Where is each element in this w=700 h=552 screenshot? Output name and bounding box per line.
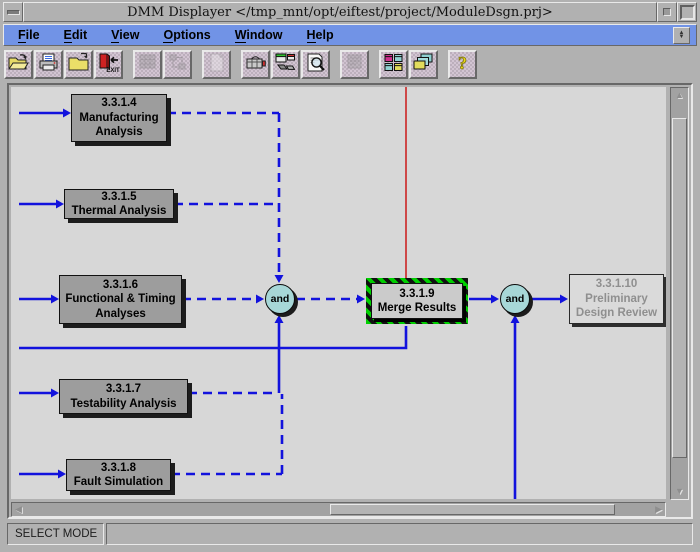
toolbar-button-toolbox[interactable] — [241, 50, 270, 79]
arrowhead-icon — [51, 389, 59, 398]
dimmed-grid-icon — [136, 52, 159, 78]
arrowhead-icon — [63, 109, 71, 118]
toolbar-button-cascade-windows[interactable] — [409, 50, 438, 79]
diagram-canvas[interactable]: 3.3.1.4 Manufacturing Analysis 3.3.1.5 Th… — [11, 87, 666, 499]
window-title: DMM Displayer </tmp_mnt/opt/eiftest/proj… — [127, 5, 553, 20]
menubar: File Edit View Options Window Help ▲ ▼ — [3, 24, 697, 46]
toolbox-icon — [244, 52, 267, 78]
and-gate-2[interactable]: and — [500, 284, 530, 314]
menu-item-file[interactable]: File — [10, 26, 48, 44]
toolbar-button-dimmed-links — [163, 50, 192, 79]
toolbar-button-dimmed-grid — [133, 50, 162, 79]
tile-windows-icon — [382, 52, 405, 78]
and-gate-1[interactable]: and — [265, 284, 295, 314]
dimmed-links-icon — [166, 52, 189, 78]
scroll-up-arrow-icon[interactable]: ▲ — [675, 91, 684, 100]
exit-icon: EXIT — [97, 52, 120, 78]
menu-item-help[interactable]: Help — [299, 26, 342, 44]
toolbar-button-help[interactable]: ? — [448, 50, 477, 79]
titlebar[interactable]: DMM Displayer </tmp_mnt/opt/eiftest/proj… — [3, 2, 697, 22]
connector-line-14 — [19, 326, 406, 348]
print-icon — [37, 52, 60, 78]
svg-text:?: ? — [458, 53, 467, 73]
toolbar-button-dimmed-report — [340, 50, 369, 79]
minimize-button[interactable] — [657, 2, 677, 22]
arrowhead-icon — [256, 295, 264, 304]
scroll-down-arrow-icon[interactable]: ▼ — [675, 487, 684, 496]
maximize-icon — [680, 5, 695, 20]
window-menu-button[interactable] — [3, 2, 23, 22]
status-mode-label: SELECT MODE — [15, 528, 97, 540]
menubar-spinner-button[interactable]: ▲ ▼ — [673, 27, 690, 44]
svg-text:EXIT: EXIT — [106, 68, 120, 73]
minimize-icon — [663, 8, 671, 16]
node-3-3-1-5[interactable]: 3.3.1.5 Thermal Analysis — [64, 189, 174, 219]
arrowhead-icon — [275, 275, 284, 283]
help-icon: ? — [451, 52, 474, 78]
status-message-panel — [106, 523, 693, 545]
toolbar-button-windows-status[interactable] — [271, 50, 300, 79]
maximize-button[interactable] — [677, 2, 697, 22]
node-3-3-1-6[interactable]: 3.3.1.6 Functional & Timing Analyses — [59, 275, 182, 324]
arrowhead-icon — [491, 295, 499, 304]
blank-page-icon — [205, 52, 228, 78]
work-area: 3.3.1.4 Manufacturing Analysis 3.3.1.5 Th… — [7, 83, 693, 519]
node-3-3-1-4[interactable]: 3.3.1.4 Manufacturing Analysis — [71, 94, 167, 142]
vertical-scroll-thumb[interactable] — [672, 118, 687, 458]
toolbar-button-search-page[interactable] — [301, 50, 330, 79]
node-3-3-1-9[interactable]: 3.3.1.9 Merge Results — [371, 283, 463, 319]
new-folder-icon — [67, 52, 90, 78]
toolbar-button-tile-windows[interactable] — [379, 50, 408, 79]
menu-item-window[interactable]: Window — [227, 26, 291, 44]
status-mode-panel: SELECT MODE — [7, 523, 104, 545]
scroll-left-arrow-icon[interactable]: ◀ — [15, 505, 22, 514]
node-3-3-1-8[interactable]: 3.3.1.8 Fault Simulation — [66, 459, 171, 491]
windows-status-icon — [274, 52, 297, 78]
toolbar-button-open-file[interactable] — [4, 50, 33, 79]
arrowhead-icon — [56, 200, 64, 209]
menu-item-options[interactable]: Options — [155, 26, 218, 44]
dimmed-report-icon — [343, 52, 366, 78]
arrowhead-icon — [511, 315, 520, 323]
menu-item-edit[interactable]: Edit — [56, 26, 96, 44]
toolbar-button-blank-page — [202, 50, 231, 79]
vertical-scrollbar[interactable]: ▲ ▼ — [670, 87, 689, 500]
window-menu-dash-icon — [7, 10, 20, 15]
horizontal-scroll-thumb[interactable] — [330, 504, 615, 515]
open-file-icon — [7, 52, 30, 78]
selected-node-3-3-1-9[interactable]: 3.3.1.9 Merge Results — [366, 278, 468, 324]
cascade-windows-icon — [412, 52, 435, 78]
node-3-3-1-7[interactable]: 3.3.1.7 Testability Analysis — [59, 379, 188, 414]
toolbar-button-print[interactable] — [34, 50, 63, 79]
arrowhead-icon — [560, 295, 568, 304]
toolbar-button-exit[interactable]: EXIT — [94, 50, 123, 79]
toolbar-button-new-folder[interactable] — [64, 50, 93, 79]
toolbar: EXIT? — [3, 47, 697, 82]
arrowhead-icon — [357, 295, 365, 304]
menu-item-view[interactable]: View — [103, 26, 147, 44]
horizontal-scrollbar[interactable]: ◀ ▶ — [11, 502, 666, 517]
node-3-3-1-10[interactable]: 3.3.1.10 Preliminary Design Review — [569, 274, 664, 324]
search-page-icon — [304, 52, 327, 78]
arrowhead-icon — [58, 470, 66, 479]
spinner-down-icon: ▼ — [679, 35, 685, 39]
app-window: DMM Displayer </tmp_mnt/opt/eiftest/proj… — [0, 0, 700, 552]
arrowhead-icon — [275, 315, 284, 323]
arrowhead-icon — [51, 295, 59, 304]
scroll-right-arrow-icon[interactable]: ▶ — [655, 505, 662, 514]
